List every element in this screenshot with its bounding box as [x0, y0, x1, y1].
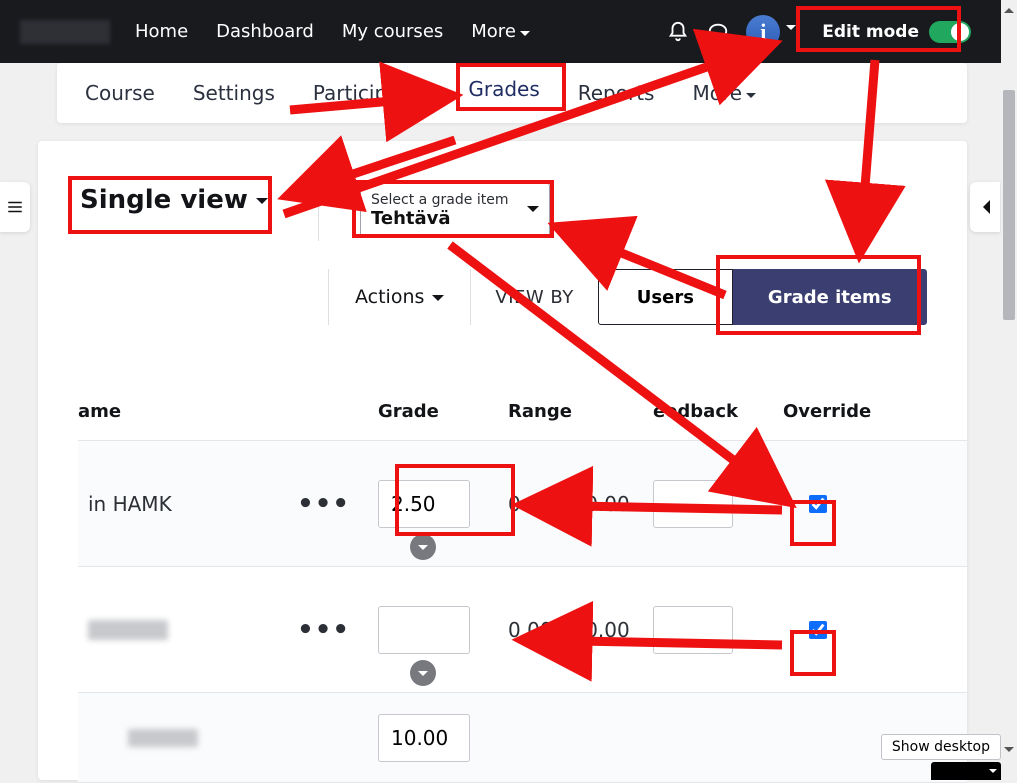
viewby-users-button[interactable]: Users: [598, 269, 733, 325]
grade-table: ame Grade Range eedback Override in HAMK…: [78, 389, 967, 783]
th-feedback: eedback: [653, 401, 783, 422]
cell-name: in HAMK: [88, 492, 172, 516]
expand-icon[interactable]: [410, 534, 436, 560]
tab-course[interactable]: Course: [85, 81, 155, 105]
grade-item-value: Tehtävä: [371, 208, 539, 229]
grade-input[interactable]: [378, 480, 470, 528]
grade-input[interactable]: [378, 606, 470, 654]
toggle-switch-icon[interactable]: [929, 21, 971, 43]
row-actions-icon[interactable]: •••: [289, 626, 358, 634]
scroll-up-icon[interactable]: [1001, 0, 1017, 16]
feedback-input[interactable]: [653, 480, 733, 528]
avatar-icon: i: [746, 15, 780, 49]
tab-reports[interactable]: Reports: [578, 81, 655, 105]
top-nav: Home Dashboard My courses More: [135, 21, 530, 42]
topbar-right: i Edit mode: [666, 15, 981, 49]
tab-more[interactable]: More: [692, 81, 756, 105]
actions-row: Actions VIEW BY Users Grade items: [328, 269, 927, 325]
grade-item-label: Select a grade item: [371, 192, 539, 208]
scroll-down-icon[interactable]: [1001, 744, 1017, 760]
singleview-dropdown[interactable]: Single view: [80, 185, 268, 215]
nav-dashboard[interactable]: Dashboard: [216, 21, 314, 42]
actions-label: Actions: [355, 286, 424, 308]
th-range: Range: [508, 401, 653, 422]
nav-home[interactable]: Home: [135, 21, 188, 42]
collapse-drawer-icon[interactable]: [970, 182, 1000, 232]
grade-item-selector[interactable]: Select a grade item Tehtävä: [360, 183, 550, 237]
th-grade: Grade: [378, 401, 508, 422]
topbar: Home Dashboard My courses More i Edit mo…: [0, 0, 1001, 63]
viewby-grade-items-button[interactable]: Grade items: [733, 269, 927, 325]
tab-settings[interactable]: Settings: [193, 81, 275, 105]
cell-name: [128, 729, 198, 747]
user-menu[interactable]: i: [746, 15, 796, 49]
list-drawer-icon[interactable]: [0, 182, 30, 232]
table-row: [78, 693, 967, 783]
grade-input[interactable]: [378, 714, 470, 762]
cell-range: 0.00 - 10.00: [508, 618, 653, 642]
bottom-widget[interactable]: [931, 762, 1001, 780]
brand-logo[interactable]: [20, 20, 110, 44]
th-override: Override: [783, 401, 883, 422]
actions-dropdown[interactable]: Actions: [328, 269, 470, 325]
table-header: ame Grade Range eedback Override: [78, 389, 967, 441]
nav-my-courses[interactable]: My courses: [342, 21, 443, 42]
feedback-input[interactable]: [653, 606, 733, 654]
scrollbar[interactable]: [1001, 0, 1017, 780]
viewby-label: VIEW BY: [470, 269, 597, 325]
tab-participants[interactable]: Participants: [313, 81, 430, 105]
scroll-thumb[interactable]: [1003, 90, 1015, 320]
cell-name: [88, 620, 168, 640]
main-panel: Single view Select a grade item Tehtävä …: [38, 141, 967, 780]
chat-icon[interactable]: [706, 20, 730, 44]
row-actions-icon[interactable]: •••: [289, 500, 358, 508]
tab-grades[interactable]: Grades: [468, 77, 539, 109]
show-desktop-tooltip: Show desktop: [881, 734, 1001, 760]
singleview-label: Single view: [80, 185, 248, 215]
override-checkbox[interactable]: [809, 621, 827, 639]
course-nav: Course Settings Participants Grades Repo…: [57, 63, 967, 123]
edit-mode-label: Edit mode: [822, 22, 919, 42]
bell-icon[interactable]: [666, 20, 690, 44]
table-row: ••• 0.00 - 10.00: [78, 567, 967, 693]
expand-icon[interactable]: [410, 660, 436, 686]
table-row: in HAMK ••• 0.00 - 10.00: [78, 441, 967, 567]
th-name: ame: [78, 401, 378, 422]
nav-more[interactable]: More: [471, 21, 530, 42]
override-checkbox[interactable]: [809, 495, 827, 513]
edit-mode-toggle[interactable]: Edit mode: [812, 17, 981, 47]
cell-range: 0.00 - 10.00: [508, 492, 653, 516]
divider: [318, 181, 319, 241]
